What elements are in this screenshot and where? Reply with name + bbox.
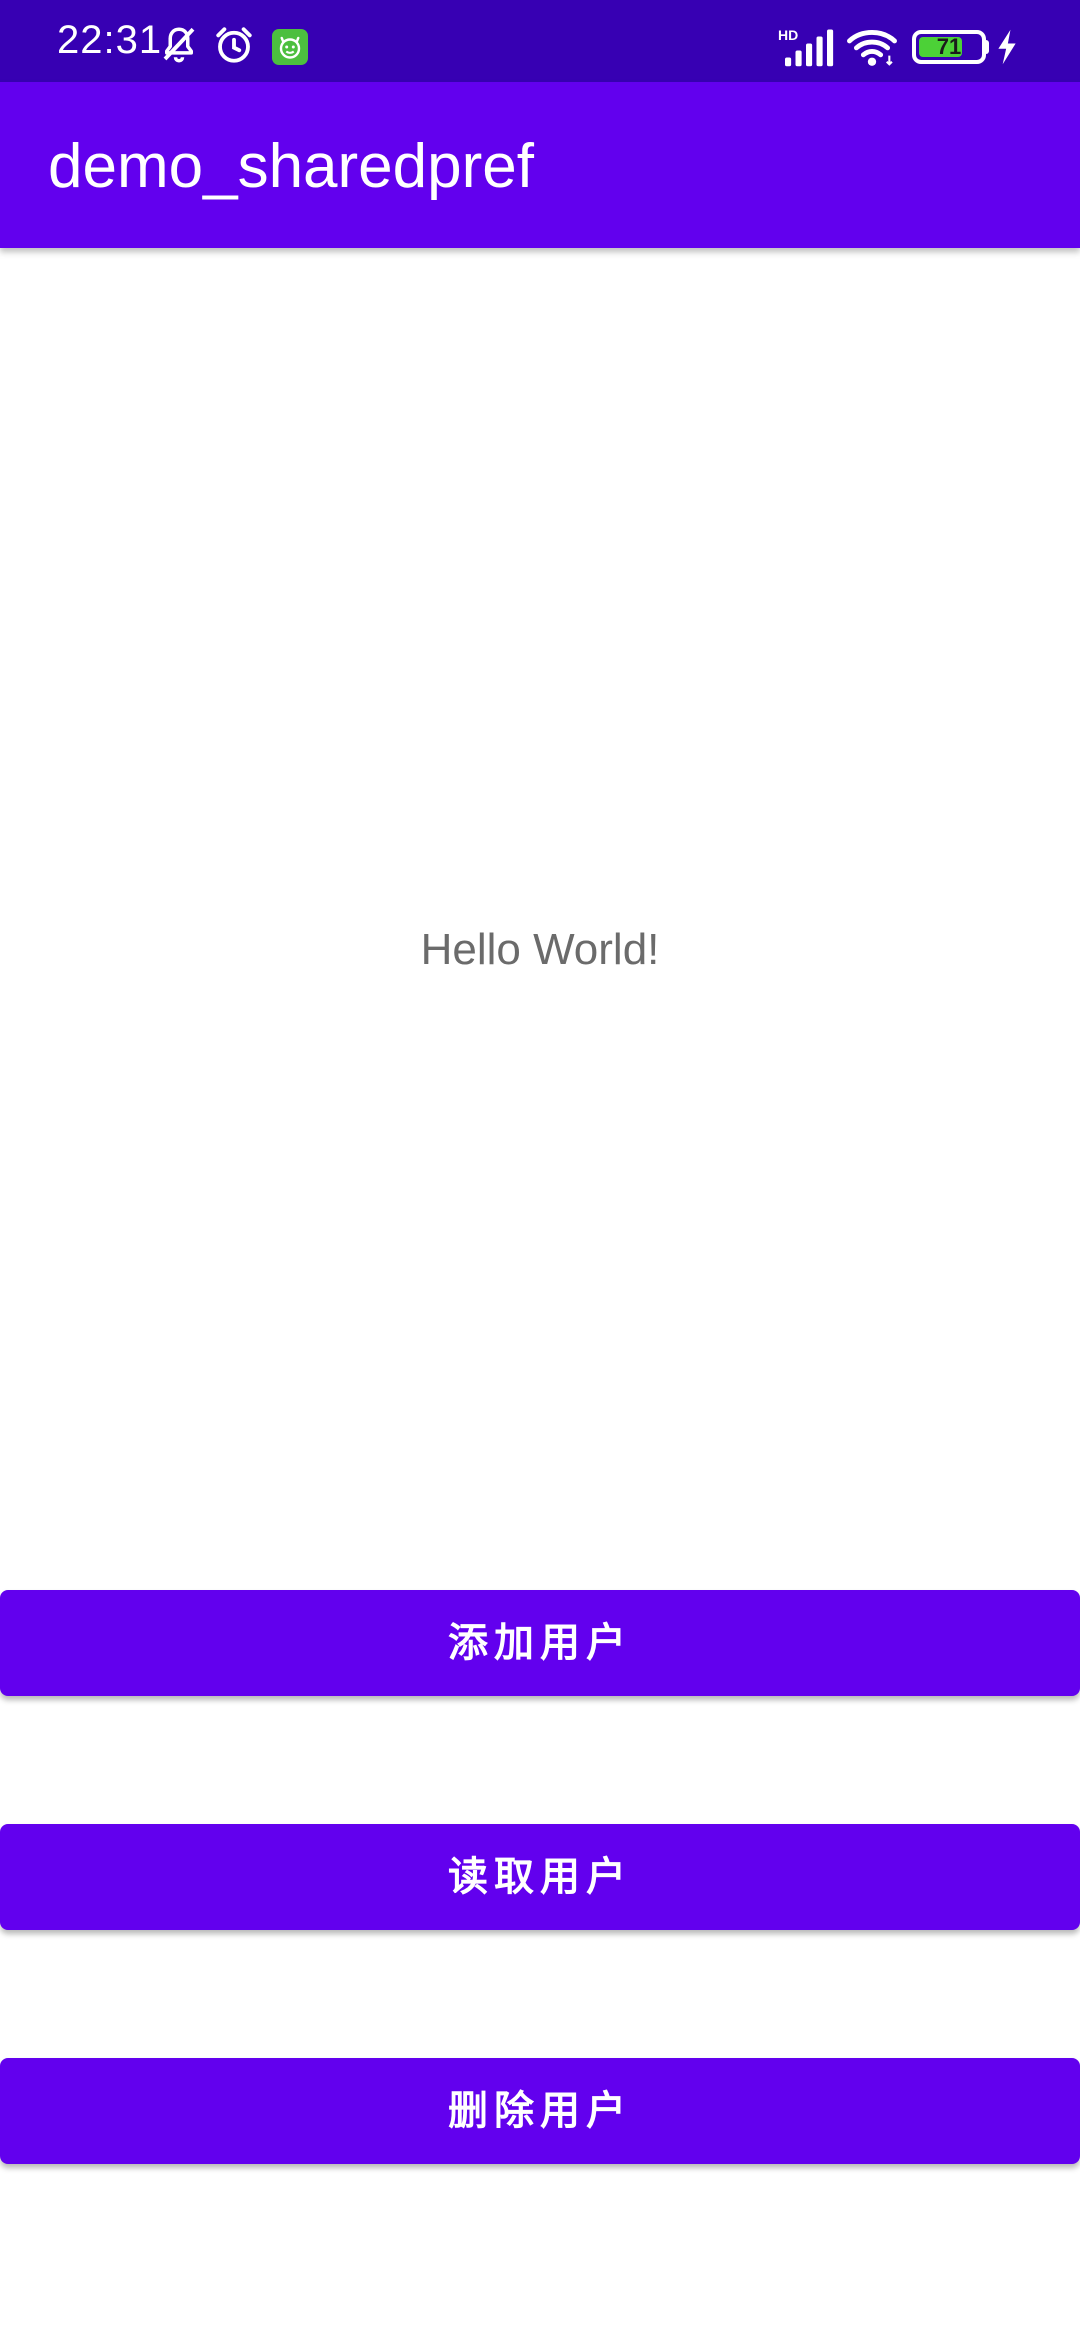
app-bar: demo_sharedpref — [0, 82, 1080, 248]
battery-tip — [984, 40, 989, 54]
app-notification-icon — [272, 29, 308, 65]
hd-signal-icon: HD — [778, 26, 834, 68]
screen: 22:31 HD 71 demo_sharedpref Hello World!… — [0, 0, 1080, 2340]
status-time: 22:31 — [57, 18, 163, 62]
read-user-button[interactable]: 读取用户 — [0, 1824, 1080, 1930]
status-bar: 22:31 HD 71 — [0, 0, 1080, 82]
bell-off-icon — [158, 24, 200, 66]
hello-text: Hello World! — [420, 925, 660, 974]
hd-label: HD — [778, 27, 798, 43]
battery-level: 71 — [936, 34, 962, 59]
app-title: demo_sharedpref — [48, 132, 534, 201]
delete-user-button[interactable]: 删除用户 — [0, 2058, 1080, 2164]
add-user-button[interactable]: 添加用户 — [0, 1590, 1080, 1696]
battery-icon: 71 — [912, 30, 986, 64]
charging-icon — [994, 28, 1020, 66]
alarm-icon — [213, 24, 255, 66]
wifi-icon — [846, 26, 898, 68]
